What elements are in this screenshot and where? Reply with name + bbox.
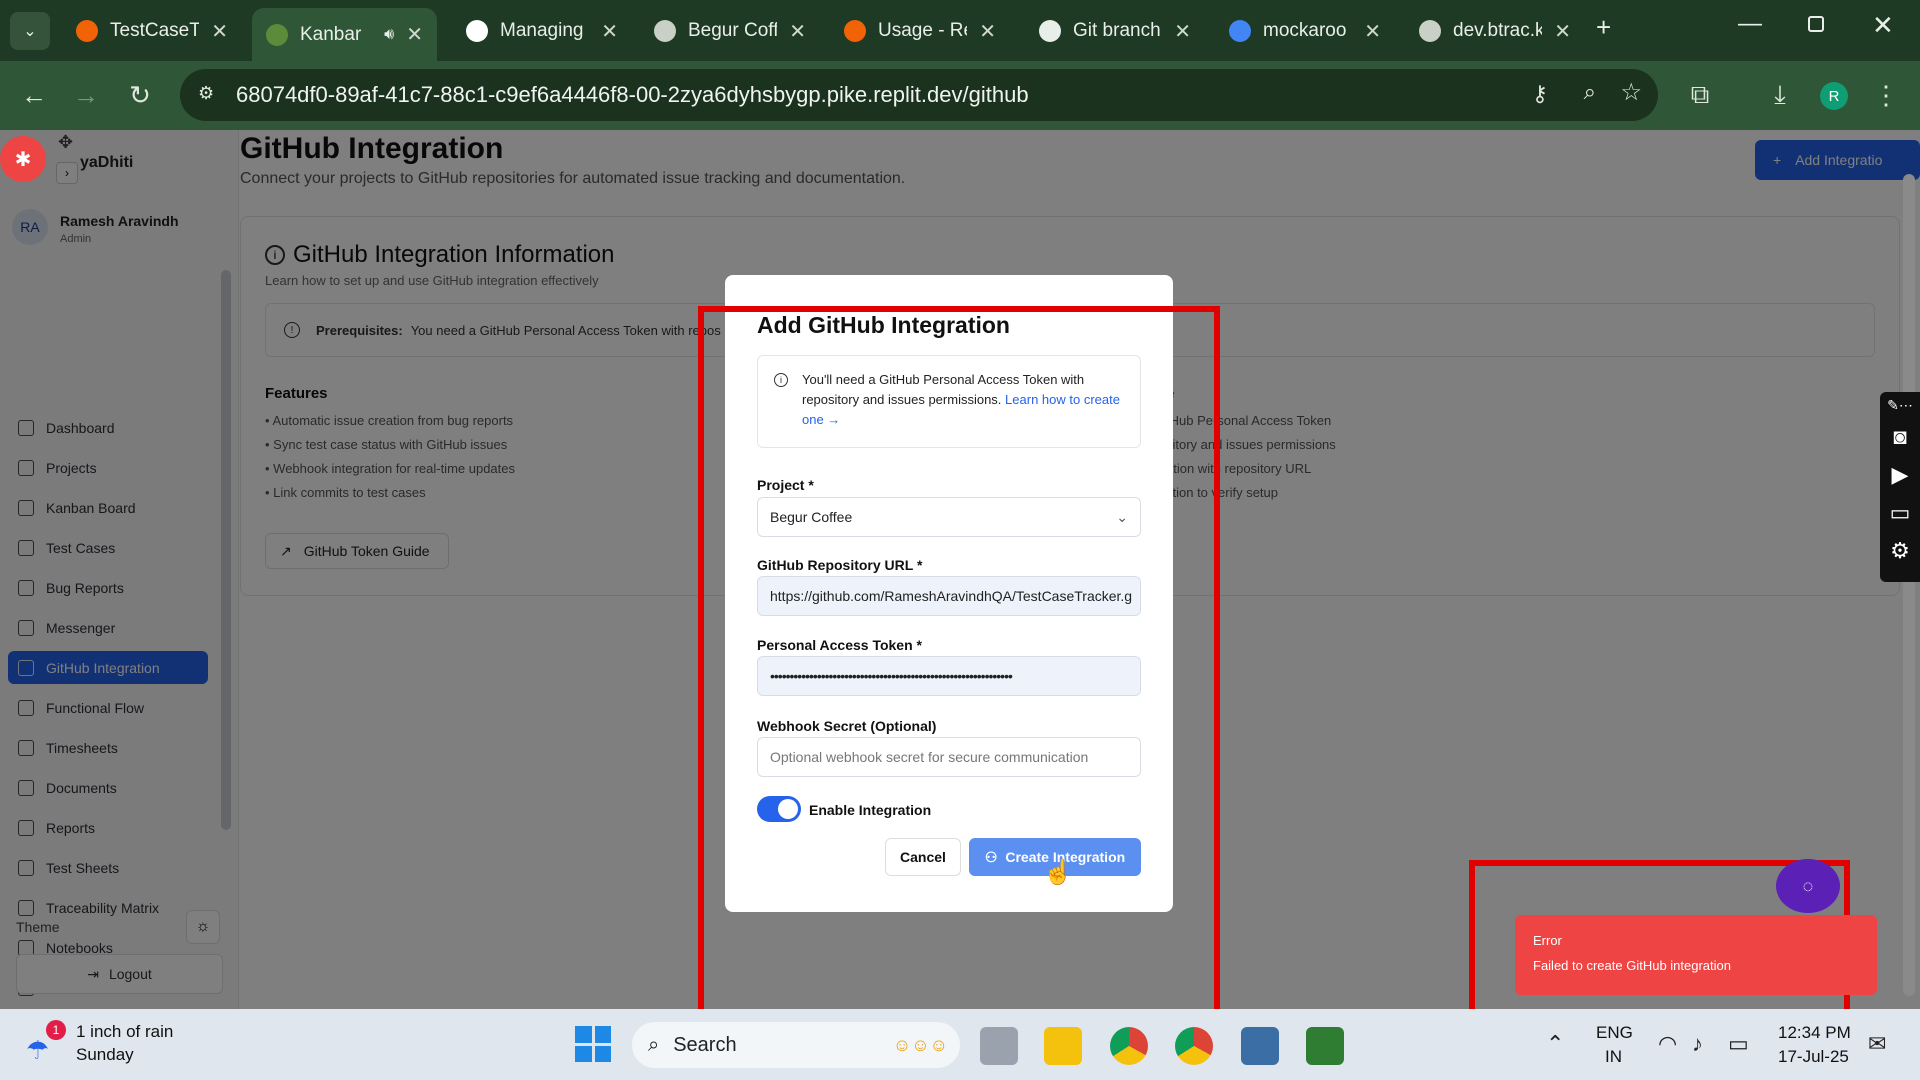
start-windows-icon[interactable] [575,1026,611,1062]
settings-gear-icon[interactable]: ⚙ [1880,532,1920,570]
weather-badge: 1 [46,1020,66,1040]
url-omnibox[interactable]: ⚙ 68074df0-89af-41c7-88c1-c9ef6a4446f8-0… [180,69,1658,121]
chat-fab-icon[interactable]: ◌ [1776,859,1840,913]
replit-icon [844,20,866,42]
minimize-icon[interactable]: — [1738,10,1762,38]
reload-icon[interactable]: ↻ [120,75,160,115]
battery-icon[interactable]: ▭ [1728,1031,1749,1057]
clock-time[interactable]: 12:34 PM [1778,1023,1851,1043]
emoji-icon: ☺☺☺ [892,1034,948,1055]
bug-report-fab-icon[interactable]: ✱ [0,136,46,182]
app-icon[interactable] [1241,1027,1279,1065]
clock-date[interactable]: 17-Jul-25 [1778,1047,1849,1067]
chrome-active-icon[interactable] [1175,1027,1213,1065]
search-label: Search [673,1033,737,1056]
close-tab-icon[interactable]: ✕ [211,19,228,44]
close-window-icon[interactable]: ✕ [1872,10,1894,41]
profile-avatar[interactable]: R [1820,82,1848,110]
tab-title: TestCaseTr [110,20,200,41]
toast-title: Error [1533,933,1562,948]
address-bar-row: ← → ↻ ⚙ 68074df0-89af-41c7-88c1-c9ef6a44… [0,61,1920,130]
snip-tool-icon[interactable] [1306,1027,1344,1065]
browser-tab[interactable]: dev.btrac.k ✕ [1405,10,1585,52]
close-tab-icon[interactable]: ✕ [601,19,618,44]
weather-line2: Sunday [76,1045,134,1064]
tab-title: Begur Coff [688,20,778,41]
tab-title: Usage - Re [878,20,968,41]
close-tab-icon[interactable]: ✕ [789,19,806,44]
browser-tab[interactable]: Kanbar 🔊︎ ✕ [252,8,437,61]
toast-message: Failed to create GitHub integration [1533,958,1731,973]
pen-more-icon[interactable]: ✎⋯ [1880,392,1920,418]
openai-icon [1039,20,1061,42]
weather-icon[interactable]: ☂ [26,1035,49,1066]
url-text: 68074df0-89af-41c7-88c1-c9ef6a4446f8-00-… [236,82,1029,107]
tab-title: Git branch [1073,20,1161,41]
globe-icon [1419,20,1441,42]
tab-title: Kanbar [300,23,362,45]
tab-title: mockaroo [1263,20,1347,41]
globe-icon [654,20,676,42]
window-icon[interactable]: ▭ [1880,494,1920,532]
tab-search-dropdown-icon[interactable]: ⌄ [10,12,50,50]
task-view-icon[interactable] [980,1027,1018,1065]
password-key-icon[interactable]: ⚷ [1532,81,1548,107]
kanban-icon [266,23,288,46]
lang-line1[interactable]: ENG [1596,1023,1633,1043]
browser-tab-strip: ⌄ TestCaseTr ✕ Kanbar 🔊︎ ✕ Managing ✕ Begur Cof… [0,0,1920,61]
github-icon [466,20,488,42]
browser-tab[interactable]: Git branch ✕ [1025,10,1205,52]
error-toast[interactable]: Error Failed to create GitHub integratio… [1515,915,1877,995]
google-icon [1229,20,1251,42]
tab-title: Managing [500,20,584,41]
web-page: yaDhiti › RA Ramesh Aravindh Admin Dashb… [0,130,1920,1040]
site-info-icon[interactable]: ⚙ [198,83,214,104]
browser-tab[interactable]: Managing ✕ [452,10,632,52]
browser-menu-icon[interactable]: ⋮ [1866,75,1906,115]
browser-tab[interactable]: mockaroo ✕ [1215,10,1395,52]
close-tab-icon[interactable]: ✕ [406,22,423,47]
tray-chevron-up-icon[interactable]: ⌃ [1546,1031,1564,1057]
new-tab-icon[interactable]: + [1596,12,1611,43]
capture-tool-panel: ✎⋯ ◙ ▶ ▭ ⚙ [1880,392,1920,582]
weather-line1: 1 inch of rain [76,1022,174,1041]
forward-icon[interactable]: → [66,75,106,115]
close-tab-icon[interactable]: ✕ [1174,19,1191,44]
file-explorer-icon[interactable] [1044,1027,1082,1065]
volume-icon[interactable]: ♪ [1692,1031,1703,1057]
bookmark-star-icon[interactable]: ☆ [1620,78,1642,107]
close-tab-icon[interactable]: ✕ [1554,19,1571,44]
browser-tab[interactable]: Usage - Re ✕ [830,10,1010,52]
notifications-icon[interactable]: ✉ [1868,1031,1886,1057]
tab-title: dev.btrac.k [1453,20,1543,41]
taskbar-search-box[interactable]: ⌕ Search ☺☺☺ [632,1022,960,1068]
move-handle-icon[interactable]: ✥ [58,132,73,153]
lang-line2[interactable]: IN [1605,1047,1622,1067]
back-icon[interactable]: ← [14,75,54,115]
zoom-icon[interactable]: ⌕ [1584,79,1596,105]
close-tab-icon[interactable]: ✕ [979,19,996,44]
speaker-icon[interactable]: 🔊︎ [384,26,394,44]
annotation-box-dialog [698,306,1220,1034]
camera-icon[interactable]: ◙ [1880,418,1920,456]
restore-icon[interactable] [1808,16,1824,32]
replit-icon [76,20,98,42]
windows-taskbar: ☂ 1 1 inch of rain Sunday ⌕ Search ☺☺☺ ⌃… [0,1009,1920,1080]
wifi-icon[interactable]: ◠ [1658,1031,1677,1057]
search-icon: ⌕ [648,1033,660,1056]
page-scrollbar[interactable] [1903,174,1915,996]
video-camera-icon[interactable]: ▶ [1880,456,1920,494]
browser-tab[interactable]: TestCaseTr ✕ [62,10,242,52]
chrome-profile-icon[interactable] [1110,1027,1148,1065]
browser-tab[interactable]: Begur Coff ✕ [640,10,820,52]
download-icon[interactable]: ⤓ [1760,75,1800,115]
close-tab-icon[interactable]: ✕ [1364,19,1381,44]
extensions-icon[interactable]: ⧉ [1680,75,1720,115]
